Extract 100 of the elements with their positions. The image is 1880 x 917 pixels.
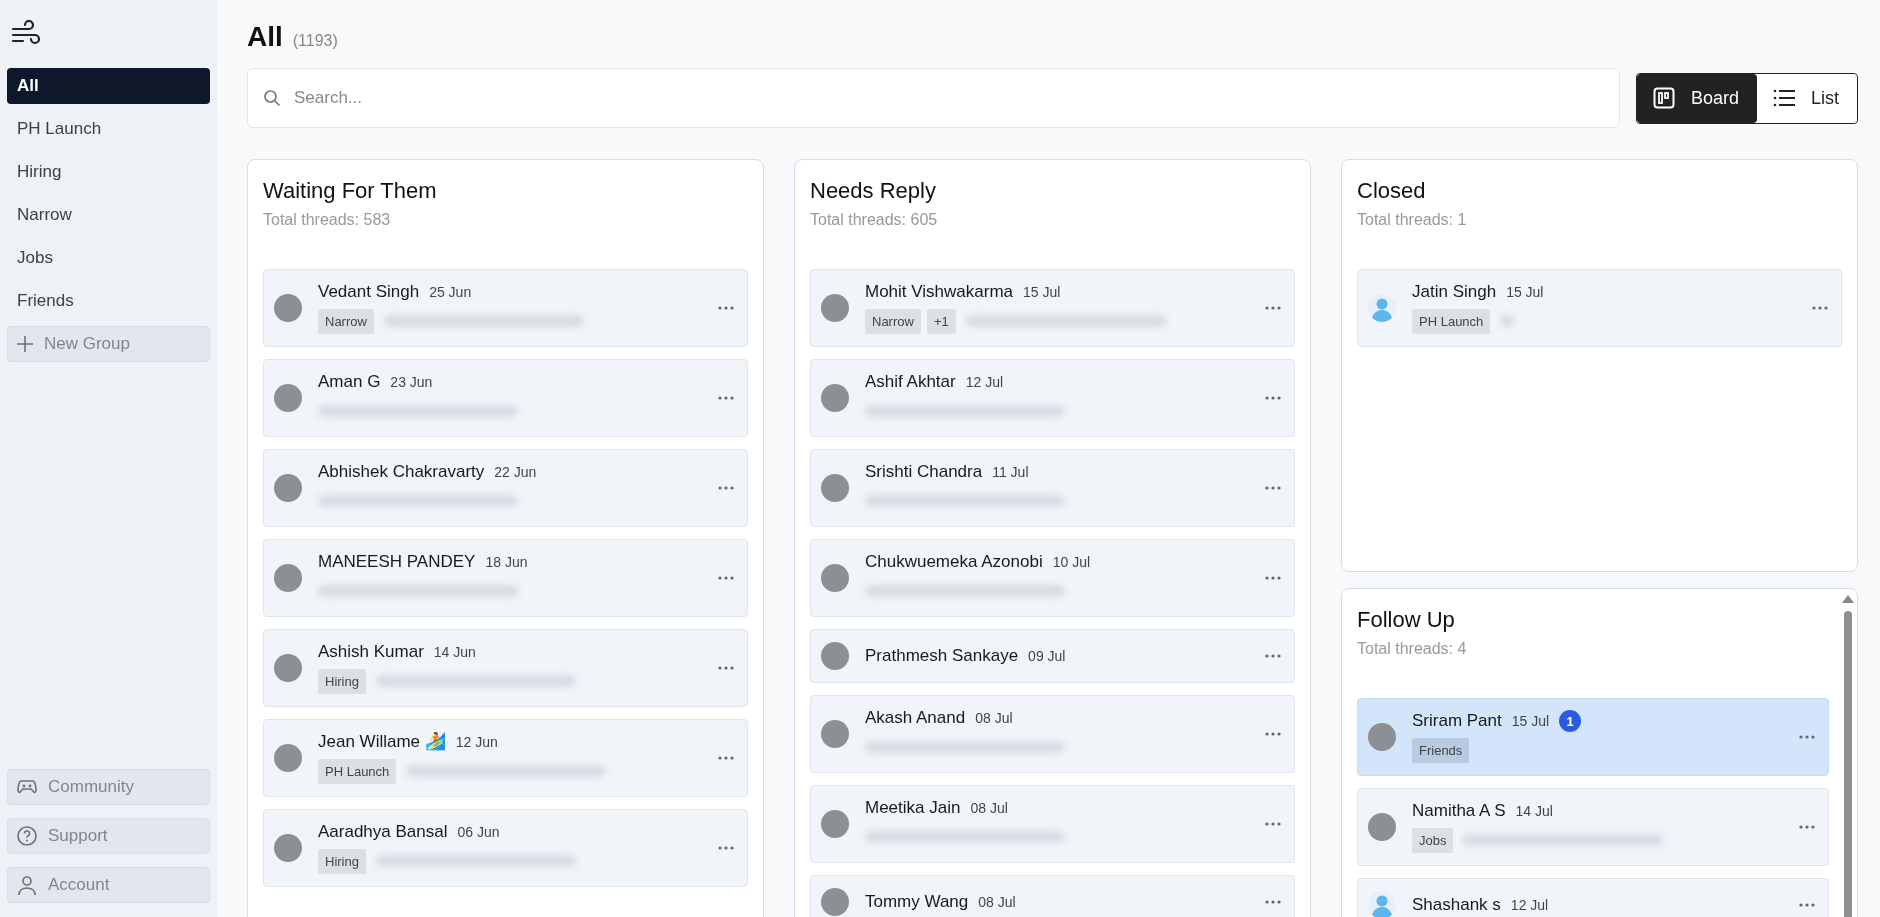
- contact-name: MANEESH PANDEY: [318, 552, 476, 572]
- thread-date: 06 Jun: [457, 824, 500, 840]
- more-icon[interactable]: [1264, 485, 1282, 491]
- sidebar-item[interactable]: All: [7, 68, 210, 104]
- thread-card[interactable]: Akash Anand 08 Jul: [810, 695, 1295, 773]
- more-icon[interactable]: [1264, 395, 1282, 401]
- thread-count: Total threads: 605: [810, 211, 939, 229]
- thread-card[interactable]: Mohit Vishwakarma 15 Jul Narrow +1: [810, 269, 1295, 347]
- thread-card[interactable]: Shashank s 12 Jul: [1357, 878, 1829, 917]
- thread-card[interactable]: Tommy Wang 08 Jul: [810, 875, 1295, 917]
- more-icon[interactable]: [1811, 305, 1829, 311]
- thread-card[interactable]: Abhishek Chakravarty 22 Jun: [263, 449, 748, 527]
- contact-name: Mohit Vishwakarma: [865, 282, 1014, 302]
- search-field[interactable]: Search...: [247, 68, 1620, 128]
- thread-date: 15 Jul: [1023, 284, 1061, 300]
- thread-card[interactable]: Prathmesh Sankaye 09 Jul: [810, 629, 1295, 683]
- group-tag: Narrow: [318, 308, 374, 334]
- thread-card[interactable]: Vedant Singh 25 Jun Narrow: [263, 269, 748, 347]
- column-title: Follow Up: [1357, 607, 1456, 633]
- more-icon[interactable]: [717, 395, 735, 401]
- thread-date: 08 Jul: [978, 894, 1016, 910]
- group-tag: +1: [926, 308, 956, 334]
- help-icon: [16, 825, 38, 847]
- sidebar-item[interactable]: Hiring: [7, 154, 210, 190]
- contact-name: Meetika Jain: [865, 798, 961, 818]
- thread-card[interactable]: MANEESH PANDEY 18 Jun: [263, 539, 748, 617]
- thread-card[interactable]: Ashish Kumar 14 Jun Hiring: [263, 629, 748, 707]
- more-icon[interactable]: [1264, 731, 1282, 737]
- thread-card[interactable]: Sriram Pant 15 Jul 1 Friends: [1357, 698, 1829, 776]
- contact-name: Chukwuemeka Azonobi: [865, 552, 1043, 572]
- group-tag: Friends: [1412, 737, 1470, 763]
- more-icon[interactable]: [717, 575, 735, 581]
- contact-name: Prathmesh Sankaye: [865, 646, 1019, 666]
- sidebar-item[interactable]: PH Launch: [7, 111, 210, 147]
- thread-card[interactable]: Jean Willame 🏄 12 Jun PH Launch: [263, 719, 748, 797]
- column-title: Needs Reply: [810, 178, 937, 204]
- thread-date: 18 Jun: [485, 554, 528, 570]
- contact-name: Vedant Singh: [318, 282, 420, 302]
- contact-name: Ashif Akhtar: [865, 372, 956, 392]
- more-icon[interactable]: [1798, 902, 1816, 908]
- more-icon[interactable]: [717, 665, 735, 671]
- thread-date: 09 Jul: [1028, 648, 1066, 664]
- more-icon[interactable]: [1264, 899, 1282, 905]
- more-icon[interactable]: [1798, 824, 1816, 830]
- board-icon: [1652, 87, 1675, 109]
- more-icon[interactable]: [717, 755, 735, 761]
- thread-card[interactable]: Meetika Jain 08 Jul: [810, 785, 1295, 863]
- sidebar-item[interactable]: Jobs: [7, 240, 210, 276]
- thread-date: 15 Jul: [1511, 713, 1550, 729]
- thread-count: Total threads: 583: [263, 211, 392, 229]
- person-icon: [16, 874, 38, 896]
- thread-date: 15 Jul: [1506, 284, 1544, 300]
- thread-date: 22 Jun: [494, 464, 537, 480]
- group-tag: Jobs: [1412, 827, 1454, 853]
- up-arrow-icon: [1842, 595, 1854, 603]
- column-title: Closed: [1357, 178, 1427, 204]
- thread-date: 12 Jul: [965, 374, 1004, 390]
- more-icon[interactable]: [1264, 821, 1282, 827]
- list-icon: [1773, 87, 1795, 109]
- contact-name: Abhishek Chakravarty: [318, 462, 485, 482]
- thread-date: 08 Jul: [970, 800, 1008, 816]
- thread-date: 11 Jul: [992, 464, 1029, 480]
- thread-card[interactable]: Namitha A S 14 Jul Jobs: [1357, 788, 1829, 866]
- more-icon[interactable]: [1264, 305, 1282, 311]
- unread-count: 1: [1559, 710, 1582, 732]
- more-icon[interactable]: [1264, 653, 1282, 659]
- thread-card[interactable]: Ashif Akhtar 12 Jul: [810, 359, 1295, 437]
- thread-date: 14 Jun: [433, 644, 476, 660]
- page-title: All: [247, 21, 283, 53]
- thread-card[interactable]: Chukwuemeka Azonobi 10 Jul: [810, 539, 1295, 617]
- more-icon[interactable]: [717, 485, 735, 491]
- thread-count: Total threads: 4: [1357, 640, 1468, 658]
- contact-name: Ashish Kumar: [318, 642, 424, 662]
- thread-card[interactable]: Srishti Chandra 11 Jul: [810, 449, 1295, 527]
- wind-logo-icon: [11, 20, 41, 46]
- group-tag: PH Launch: [1412, 308, 1491, 334]
- scrollbar[interactable]: [1842, 595, 1854, 917]
- thread-card[interactable]: Aaradhya Bansal 06 Jun Hiring: [263, 809, 748, 887]
- sidebar-item[interactable]: Narrow: [7, 197, 210, 233]
- sidebar-item[interactable]: Friends: [7, 283, 210, 319]
- contact-name: Sriram Pant: [1412, 711, 1502, 731]
- thread-card[interactable]: Aman G 23 Jun: [263, 359, 748, 437]
- board-view-button[interactable]: Board: [1636, 73, 1757, 123]
- more-icon[interactable]: [717, 845, 735, 851]
- thread-date: 14 Jul: [1515, 803, 1553, 819]
- contact-name: Jatin Singh: [1412, 282, 1497, 302]
- column-title: Waiting For Them: [263, 178, 438, 204]
- thread-date: 08 Jul: [975, 710, 1013, 726]
- more-icon[interactable]: [1798, 734, 1816, 740]
- thread-card[interactable]: Jatin Singh 15 Jul PH Launch: [1357, 269, 1842, 347]
- more-icon[interactable]: [717, 305, 735, 311]
- contact-name: Tommy Wang: [865, 892, 969, 912]
- thread-date: 23 Jun: [390, 374, 433, 390]
- group-tag: Hiring: [318, 848, 366, 874]
- group-tag: Narrow: [865, 308, 921, 334]
- more-icon[interactable]: [1264, 575, 1282, 581]
- thread-date: 12 Jun: [455, 734, 498, 750]
- group-tag: Hiring: [318, 668, 366, 694]
- list-view-button[interactable]: List: [1757, 73, 1857, 123]
- contact-name: Akash Anand: [865, 708, 966, 728]
